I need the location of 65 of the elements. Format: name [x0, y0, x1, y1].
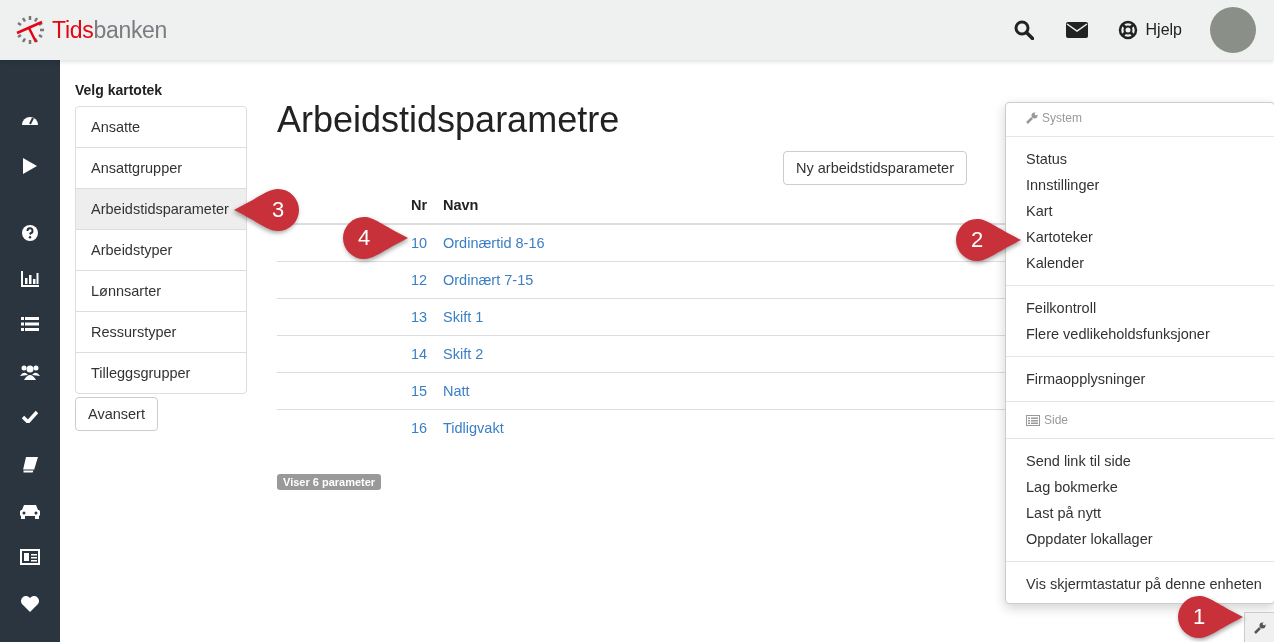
- callout-marker: 4: [342, 216, 408, 260]
- menu-item[interactable]: Last på nytt: [1026, 500, 1101, 526]
- avatar[interactable]: [1210, 7, 1256, 53]
- list-card-icon: [1026, 414, 1040, 426]
- logo-wordmark: Tidsbanken: [52, 16, 168, 44]
- menu-section-header: Side: [1006, 411, 1274, 429]
- list-icon[interactable]: [21, 317, 39, 332]
- lifebuoy-icon: [1117, 20, 1138, 40]
- envelope-icon[interactable]: [1065, 22, 1088, 38]
- name-link[interactable]: Natt: [443, 383, 470, 400]
- wrench-icon: [1253, 621, 1266, 634]
- menu-item[interactable]: Vis skjermtastatur på denne enheten: [1026, 571, 1262, 597]
- callout-marker: 3: [234, 188, 300, 232]
- car-icon[interactable]: [20, 502, 40, 519]
- menu-item[interactable]: Feilkontroll: [1026, 295, 1097, 321]
- callout-marker: 1: [1177, 595, 1243, 639]
- menu-item[interactable]: Firmaopplysninger: [1026, 366, 1146, 392]
- bar-chart-icon[interactable]: [21, 271, 39, 288]
- category-item[interactable]: Ressurstyper: [76, 311, 246, 352]
- number-link[interactable]: 14: [411, 346, 428, 363]
- menu-section-header: System: [1006, 109, 1274, 127]
- callout-marker: 2: [955, 218, 1021, 262]
- menu-item[interactable]: Flere vedlikeholdsfunksjoner: [1026, 321, 1210, 347]
- number-link[interactable]: 16: [411, 420, 428, 437]
- help-icon[interactable]: [22, 224, 38, 241]
- settings-button[interactable]: [1244, 612, 1274, 642]
- category-item[interactable]: Lønnsarter: [76, 270, 246, 311]
- play-icon[interactable]: [23, 158, 37, 175]
- column-header: Navn: [443, 187, 643, 225]
- category-item[interactable]: Arbeidstyper: [76, 229, 246, 270]
- menu-item[interactable]: Kartoteker: [1026, 224, 1093, 250]
- id-card-icon[interactable]: [20, 549, 40, 566]
- menu-item[interactable]: Send link til side: [1026, 448, 1131, 474]
- page-title: Arbeidstidsparametre: [277, 98, 620, 142]
- menu-item[interactable]: Status: [1026, 146, 1068, 172]
- number-link[interactable]: 10: [411, 235, 428, 252]
- menu-item[interactable]: Kalender: [1026, 250, 1085, 276]
- book-icon[interactable]: [22, 456, 38, 473]
- panel-title: Velg kartotek: [75, 82, 164, 98]
- heart-icon[interactable]: [21, 595, 39, 612]
- menu-item[interactable]: Oppdater lokallager: [1026, 526, 1153, 552]
- name-link[interactable]: Skift 2: [443, 346, 484, 363]
- name-link[interactable]: Ordinærtid 8-16: [443, 235, 545, 252]
- search-icon[interactable]: [1013, 20, 1034, 40]
- clock-logo-icon: [14, 14, 46, 46]
- category-item[interactable]: Tilleggsgrupper: [76, 352, 246, 393]
- name-link[interactable]: Tidligvakt: [443, 420, 504, 437]
- advanced-button[interactable]: Avansert: [75, 397, 158, 431]
- name-link[interactable]: Ordinært 7-15: [443, 272, 534, 289]
- users-icon[interactable]: [20, 363, 40, 380]
- name-link[interactable]: Skift 1: [443, 309, 484, 326]
- new-parameter-button[interactable]: Ny arbeidstidsparameter: [783, 151, 967, 186]
- wrench-icon: [1026, 112, 1038, 124]
- number-link[interactable]: 15: [411, 383, 428, 400]
- number-link[interactable]: 12: [411, 272, 428, 289]
- check-icon[interactable]: [22, 410, 38, 424]
- column-header: Nr: [411, 187, 443, 225]
- menu-item[interactable]: Lag bokmerke: [1026, 474, 1118, 500]
- help-link[interactable]: Hjelp: [1117, 20, 1182, 40]
- category-item[interactable]: Arbeidstidsparameter: [76, 188, 246, 229]
- number-link[interactable]: 13: [411, 309, 428, 326]
- category-item[interactable]: Ansatte: [76, 107, 246, 147]
- menu-item[interactable]: Innstillinger: [1026, 172, 1100, 198]
- menu-item[interactable]: Kart: [1026, 198, 1053, 224]
- count-badge: Viser 6 parameter: [277, 474, 382, 491]
